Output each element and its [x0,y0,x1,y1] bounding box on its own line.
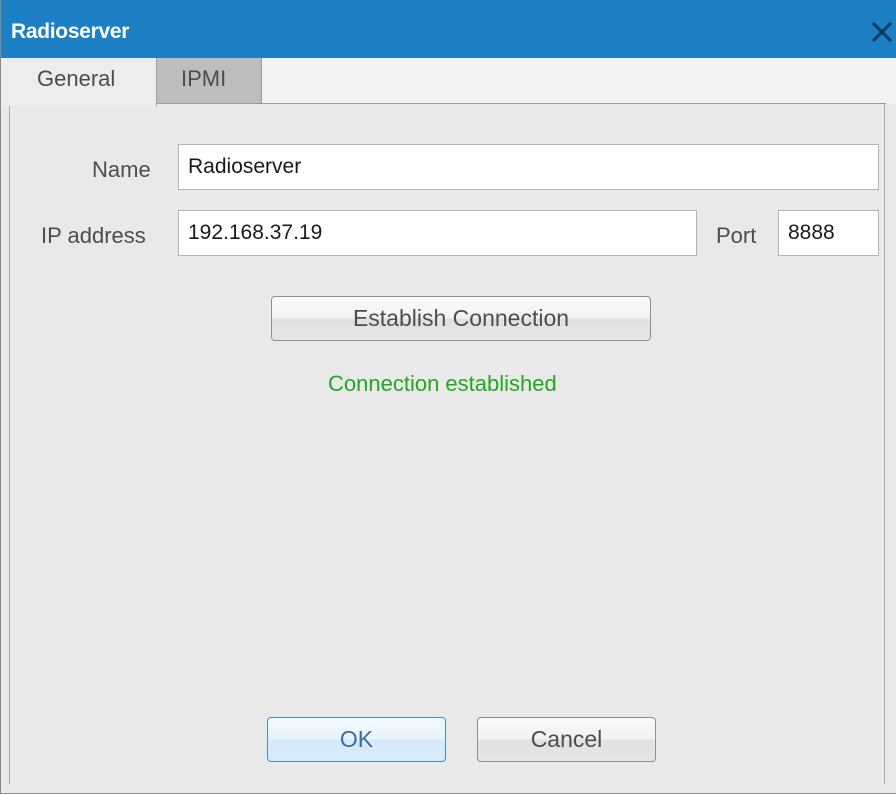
ok-button[interactable]: OK [267,717,446,762]
establish-connection-button[interactable]: Establish Connection [271,296,651,341]
connection-status-text: Connection established [328,371,557,396]
dialog-window: Radioserver General IPMI Name Radioserve… [0,0,896,794]
general-panel: Name Radioserver IP address 192.168.37.1… [9,104,885,784]
port-field[interactable]: 8888 [778,210,879,256]
title-bar: Radioserver [1,0,896,58]
ip-address-label: IP address [41,223,146,248]
cancel-button[interactable]: Cancel [477,717,656,762]
tab-ipmi-label: IPMI [181,66,227,91]
window-title: Radioserver [11,20,130,43]
close-button[interactable] [867,16,896,46]
tab-ipmi[interactable]: IPMI [157,58,262,104]
close-icon [872,22,892,42]
name-field[interactable]: Radioserver [178,144,879,190]
tab-general-label: General [37,66,116,91]
name-label: Name [92,157,151,182]
port-label: Port [716,223,757,248]
tab-general[interactable]: General [1,58,157,106]
ip-address-field[interactable]: 192.168.37.19 [178,210,697,256]
